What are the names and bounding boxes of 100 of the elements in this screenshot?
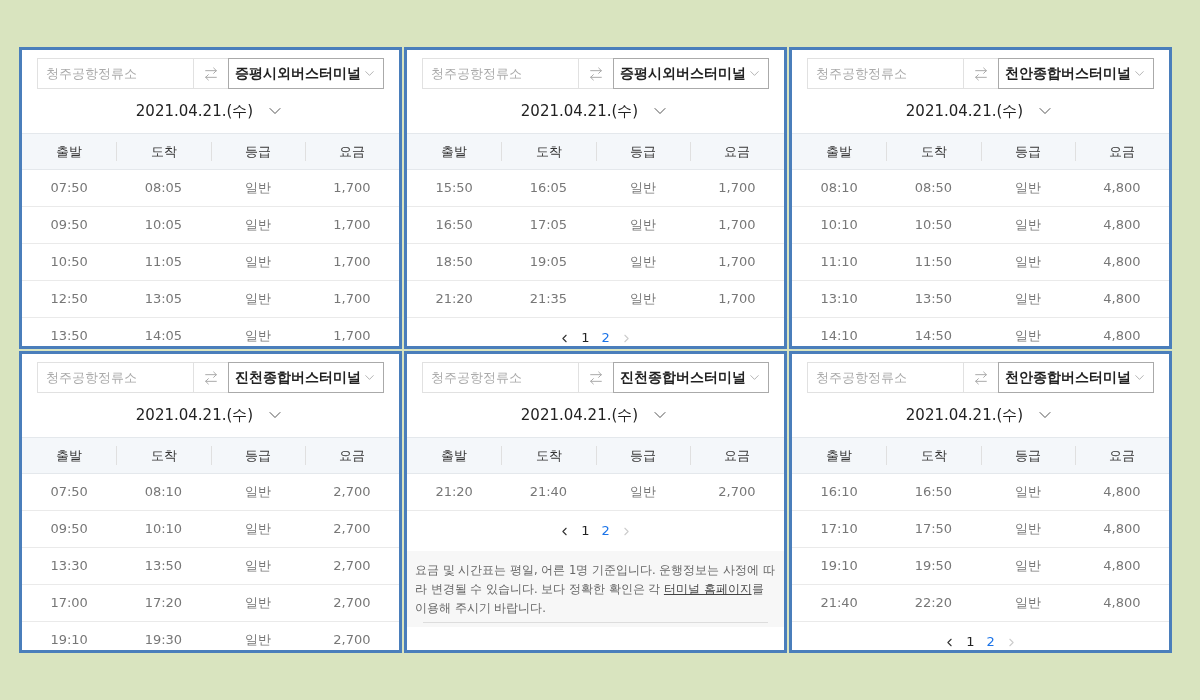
table-cell-text: 16:50 xyxy=(434,216,474,235)
swap-button[interactable] xyxy=(579,58,613,89)
table-cell-text: 일반 xyxy=(243,216,272,235)
origin-field[interactable]: 청주공항정류소 xyxy=(422,58,579,89)
column-header: 도착 xyxy=(501,141,596,162)
swap-button[interactable] xyxy=(964,58,998,89)
table-cell-text: 2,700 xyxy=(332,557,372,576)
table-cell-text: 일반 xyxy=(628,290,657,309)
table-cell-text: 4,800 xyxy=(1102,483,1142,502)
swap-button[interactable] xyxy=(194,58,228,89)
table-cell-text: 21:40 xyxy=(819,594,859,613)
table-cell-text: 13:10 xyxy=(819,290,859,309)
origin-field[interactable]: 청주공항정류소 xyxy=(807,58,964,89)
column-header: 등급 xyxy=(210,141,305,162)
column-header: 요금 xyxy=(1074,445,1169,466)
terminal-homepage-link[interactable]: 터미널 홈페이지 xyxy=(663,582,752,596)
date-select[interactable]: 2021.04.21.(수) xyxy=(135,99,254,123)
origin-field[interactable]: 청주공항정류소 xyxy=(37,58,194,89)
table-cell-text: 19:10 xyxy=(819,557,859,576)
page-button[interactable]: 1 xyxy=(579,521,592,541)
table-cell-text: 17:00 xyxy=(49,594,89,613)
date-select[interactable]: 2021.04.21.(수) xyxy=(135,403,254,427)
table-cell-text: 일반 xyxy=(1013,520,1042,539)
column-header: 도착 xyxy=(886,141,981,162)
notice-text: 요금 및 시간표는 평일, 어른 1명 기준입니다. 운행정보는 사정에 따라 변경될 수 있습니다. 보다 정확한 확인은 각 터미널 홈페이지 를 이용해 주시기 바랍니다. xyxy=(415,562,776,617)
origin-field[interactable]: 청주공항정류소 xyxy=(422,362,579,393)
table-cell-text: 19:10 xyxy=(49,631,89,650)
swap-icon xyxy=(588,369,604,386)
table-cell-text: 일반 xyxy=(1013,290,1042,309)
swap-button[interactable] xyxy=(964,362,998,393)
table-cell-text: 1,700 xyxy=(332,327,372,346)
table-cell-text: 14:05 xyxy=(143,327,184,346)
table-cell-text: 09:50 xyxy=(49,216,89,235)
table-cell-text: 21:35 xyxy=(528,290,569,309)
table-cell-text: 08:10 xyxy=(143,483,184,502)
table-cell-text: 10:10 xyxy=(143,520,184,539)
column-header: 도착 xyxy=(886,445,981,466)
column-header: 출발 xyxy=(825,142,854,161)
date-select[interactable]: 2021.04.21.(수) xyxy=(520,99,639,123)
destination-select[interactable]: 천안종합버스터미널 xyxy=(998,58,1154,89)
table-cell-text: 일반 xyxy=(1013,557,1042,576)
table-cell-text: 4,800 xyxy=(1102,179,1142,198)
column-header: 출발 xyxy=(55,446,84,465)
table-cell-text: 13:50 xyxy=(143,557,184,576)
page-button[interactable]: 1 xyxy=(579,328,592,346)
table-cell-text: 일반 xyxy=(628,179,657,198)
table-cell-text: 11:05 xyxy=(143,253,184,272)
table-cell-text: 일반 xyxy=(628,216,657,235)
destination-select[interactable]: 증평시외버스터미널 xyxy=(613,58,769,89)
table-cell-text: 2,700 xyxy=(332,483,372,502)
table-cell-text: 17:10 xyxy=(819,520,859,539)
table-cell-text: 일반 xyxy=(243,594,272,613)
swap-button[interactable] xyxy=(194,362,228,393)
column-header: 등급 xyxy=(980,445,1075,466)
date-select[interactable]: 2021.04.21.(수) xyxy=(905,403,1024,427)
table-cell-text: 12:50 xyxy=(49,290,89,309)
column-header: 출발 xyxy=(825,446,854,465)
table-cell-text: 1,700 xyxy=(717,253,757,272)
table-cell-text: 1,700 xyxy=(717,216,757,235)
table-cell-text: 일반 xyxy=(243,327,272,346)
table-cell-text: 21:40 xyxy=(528,483,569,502)
table-cell-text: 13:30 xyxy=(49,557,89,576)
destination-select[interactable]: 천안종합버스터미널 xyxy=(998,362,1154,393)
date-select[interactable]: 2021.04.21.(수) xyxy=(905,99,1024,123)
table-cell-text: 13:05 xyxy=(143,290,184,309)
table-cell-text: 2,700 xyxy=(332,594,372,613)
column-header: 등급 xyxy=(595,141,690,162)
swap-button[interactable] xyxy=(579,362,613,393)
table-cell-text: 4,800 xyxy=(1102,520,1142,539)
table-cell-text: 4,800 xyxy=(1102,253,1142,272)
table-cell-text: 4,800 xyxy=(1102,594,1142,613)
table-cell-text: 10:50 xyxy=(49,253,89,272)
table-cell-text: 08:10 xyxy=(819,179,859,198)
table-cell-text: 14:10 xyxy=(819,327,859,346)
page-button[interactable]: 1 xyxy=(964,632,977,650)
table-cell-text: 1,700 xyxy=(717,179,757,198)
date-select[interactable]: 2021.04.21.(수) xyxy=(520,403,639,427)
destination-select[interactable]: 진천종합버스터미널 xyxy=(613,362,769,393)
table-cell-text: 13:50 xyxy=(49,327,89,346)
table-cell-text: 07:50 xyxy=(49,179,89,198)
table-cell-text: 4,800 xyxy=(1102,327,1142,346)
column-header: 등급 xyxy=(595,445,690,466)
destination-select[interactable]: 증평시외버스터미널 xyxy=(228,58,384,89)
table-cell-text: 17:20 xyxy=(143,594,184,613)
table-cell-text: 18:50 xyxy=(434,253,474,272)
table-cell-text: 21:20 xyxy=(434,290,474,309)
table-cell-text: 17:50 xyxy=(913,520,954,539)
table-cell-text: 08:50 xyxy=(913,179,954,198)
table-cell-text: 1,700 xyxy=(332,216,372,235)
table-cell-text: 일반 xyxy=(1013,216,1042,235)
page-button[interactable]: 2 xyxy=(599,521,612,541)
page-button[interactable]: 2 xyxy=(599,328,612,346)
origin-field[interactable]: 청주공항정류소 xyxy=(37,362,194,393)
destination-select[interactable]: 진천종합버스터미널 xyxy=(228,362,384,393)
column-header: 도착 xyxy=(116,141,211,162)
table-cell-text: 일반 xyxy=(1013,179,1042,198)
page-button[interactable]: 2 xyxy=(984,632,997,650)
origin-field[interactable]: 청주공항정류소 xyxy=(807,362,964,393)
table-cell-text: 09:50 xyxy=(49,520,89,539)
table-cell-text: 16:50 xyxy=(913,483,954,502)
